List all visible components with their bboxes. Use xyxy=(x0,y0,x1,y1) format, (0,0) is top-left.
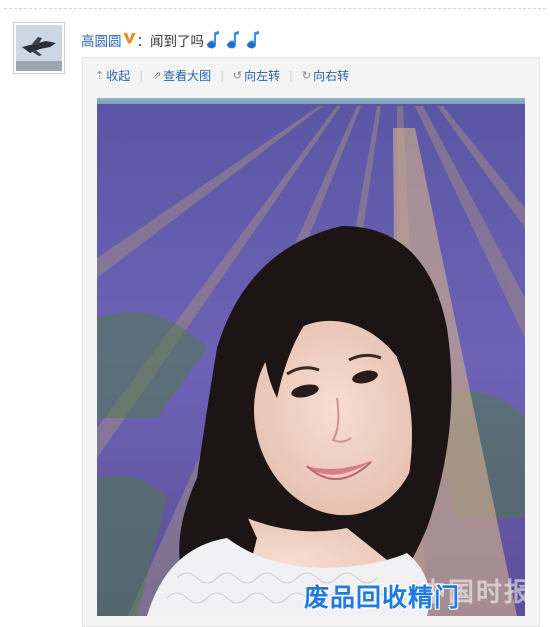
rotate-left-button[interactable]: ↺ 向左转 xyxy=(233,67,280,84)
rotate-left-label: 向左转 xyxy=(244,68,281,83)
post-text: ：闻到了吗 xyxy=(136,34,205,50)
avatar[interactable] xyxy=(13,22,65,74)
music-note-icon xyxy=(207,31,219,49)
verified-badge-icon xyxy=(123,32,136,48)
post-header: 高圆圆 ：闻到了吗 xyxy=(81,30,265,50)
separator: | xyxy=(289,68,293,82)
lavender-field-selfie-image xyxy=(97,98,525,616)
avatar-image xyxy=(16,25,62,71)
watermark-text: 废品回收精门 xyxy=(304,583,461,612)
feed-divider xyxy=(4,8,546,9)
open-large-icon: ⇗ xyxy=(151,68,162,82)
arrow-up-icon: ⇡ xyxy=(95,68,105,82)
rotate-right-label: 向右转 xyxy=(313,68,350,83)
rotate-left-icon: ↺ xyxy=(232,68,243,82)
separator: | xyxy=(139,68,143,82)
collapse-label: 收起 xyxy=(106,68,131,83)
emoji-group xyxy=(205,30,265,50)
music-note-icon xyxy=(227,31,239,49)
view-large-button[interactable]: ⇗ 查看大图 xyxy=(152,67,211,84)
separator: | xyxy=(220,68,224,82)
collapse-button[interactable]: ⇡ 收起 xyxy=(95,67,130,84)
rotate-right-icon: ↻ xyxy=(301,68,312,82)
view-large-label: 查看大图 xyxy=(163,68,212,83)
username-link[interactable]: 高圆圆 xyxy=(81,30,122,50)
rotate-right-button[interactable]: ↻ 向右转 xyxy=(302,67,349,84)
media-toolbar: ⇡ 收起 | ⇗ 查看大图 | ↺ 向左转 | ↻ 向右转 xyxy=(95,65,349,85)
post-photo[interactable] xyxy=(97,98,525,616)
music-note-icon xyxy=(247,31,259,49)
